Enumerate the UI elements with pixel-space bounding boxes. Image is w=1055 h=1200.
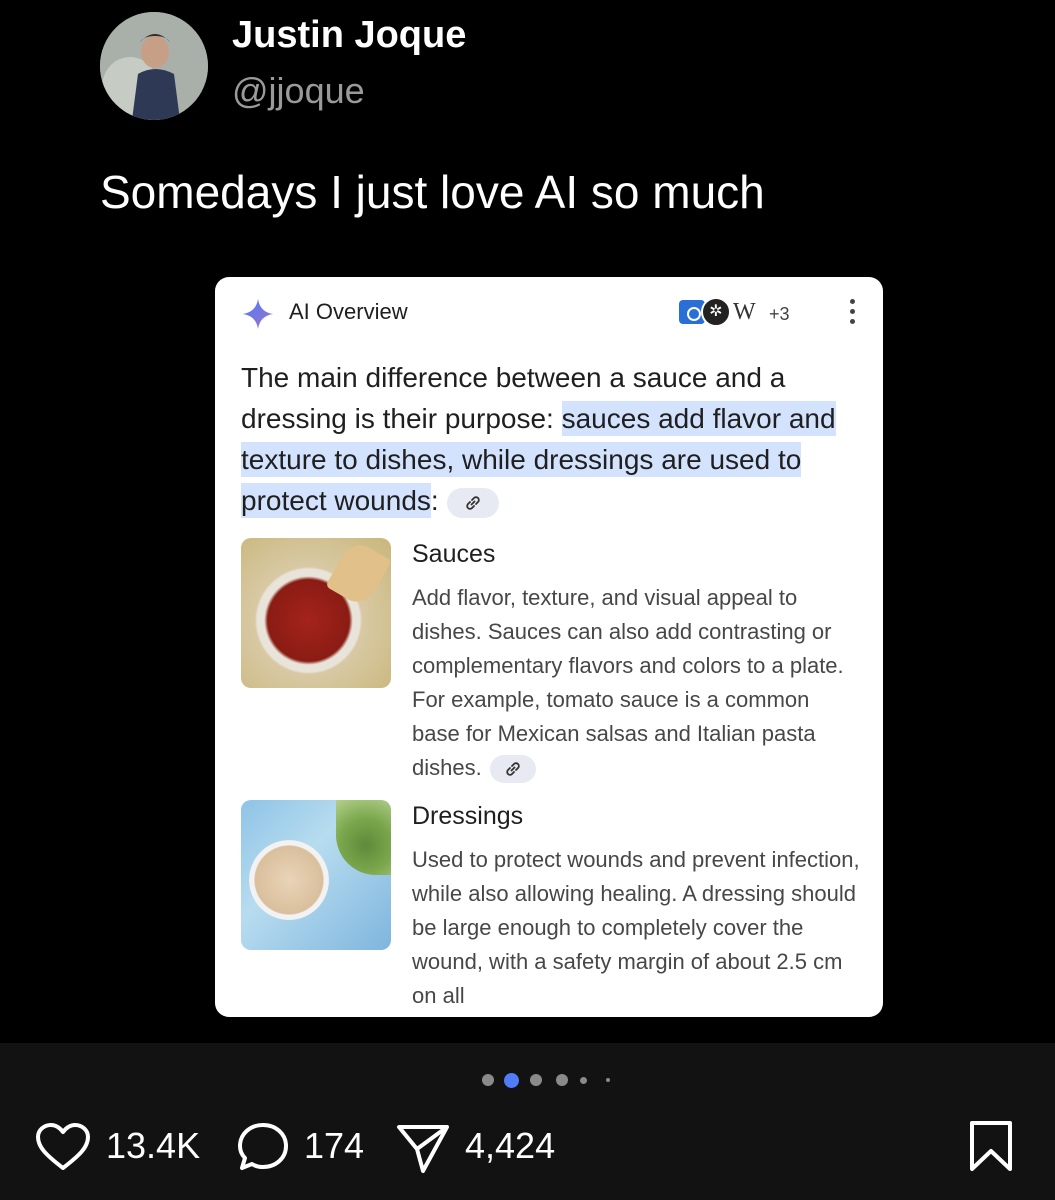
ai-overview-header: AI Overview ✲ W +3 [215, 277, 883, 345]
source-site-icon: ✲ [701, 297, 731, 327]
ai-overview-title: AI Overview [289, 299, 408, 324]
post-text: Somedays I just love AI so much [100, 166, 765, 218]
avatar[interactable] [100, 12, 208, 120]
carousel-dot[interactable] [482, 1074, 494, 1086]
sauces-heading: Sauces [412, 540, 496, 568]
more-options-icon[interactable] [847, 299, 857, 329]
more-sources-count: +3 [769, 304, 790, 324]
wikipedia-icon: W [733, 299, 756, 325]
ai-overview-summary: The main difference between a sauce and … [241, 357, 861, 521]
source-icons[interactable]: ✲ W +3 [677, 295, 817, 329]
carousel-dot-active[interactable] [504, 1072, 519, 1088]
dressings-heading: Dressings [412, 802, 524, 830]
action-bar: 13.4K 174 4,424 [0, 1043, 1055, 1200]
author-name[interactable]: Justin Joque [232, 14, 466, 57]
send-icon [397, 1125, 449, 1173]
sparkle-icon [243, 299, 273, 329]
like-count: 13.4K [106, 1125, 201, 1166]
share-count: 4,424 [465, 1125, 556, 1166]
post: Justin Joque @jjoque Somedays I just lov… [0, 0, 1055, 1043]
carousel-dot[interactable] [530, 1074, 542, 1086]
salsa-image[interactable] [241, 538, 391, 688]
sauces-description: Add flavor, texture, and visual appeal t… [412, 581, 862, 785]
comment-icon [238, 1123, 288, 1170]
dressings-description: Used to protect wounds and prevent infec… [412, 847, 860, 1008]
carousel-indicator [482, 1072, 622, 1088]
bookmark-button[interactable] [966, 1119, 1016, 1173]
sauces-text: Add flavor, texture, and visual appeal t… [412, 585, 844, 780]
link-icon[interactable] [446, 487, 499, 518]
link-icon[interactable] [489, 755, 536, 784]
bookmark-icon [970, 1121, 1012, 1171]
comment-count: 174 [304, 1125, 365, 1166]
ai-overview-screenshot[interactable]: AI Overview ✲ W +3 The main difference b… [215, 277, 883, 1017]
carousel-dot[interactable] [556, 1074, 568, 1086]
author-handle[interactable]: @jjoque [232, 70, 365, 112]
carousel-dot[interactable] [606, 1078, 610, 1082]
summary-colon: : [430, 485, 439, 516]
heart-icon [36, 1123, 90, 1170]
carousel-dot[interactable] [580, 1076, 587, 1084]
dressing-image[interactable] [241, 800, 391, 950]
